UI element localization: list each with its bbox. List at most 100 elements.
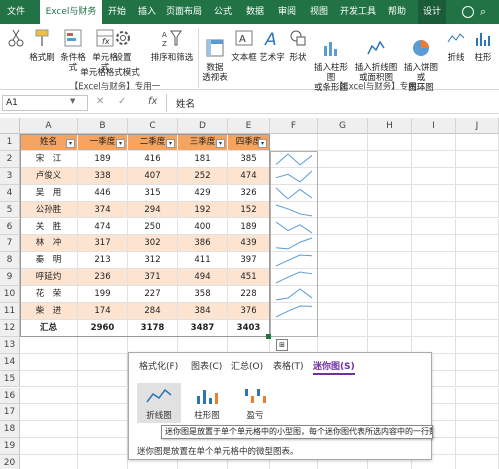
tab-review[interactable]: 审阅 [274, 0, 300, 24]
row-header[interactable]: 16 [0, 387, 20, 405]
table-cell[interactable]: 494 [178, 269, 228, 287]
tab-developer[interactable]: 开发工具 [338, 0, 378, 24]
empty-cell[interactable] [368, 319, 412, 337]
table-cell[interactable]: 174 [78, 303, 128, 320]
empty-cell[interactable] [456, 269, 499, 287]
table-cell[interactable]: 宋 江 [20, 150, 78, 168]
table-cell[interactable]: 474 [228, 167, 270, 185]
empty-cell[interactable] [456, 252, 499, 270]
tab-data[interactable]: 数据 [242, 0, 268, 24]
table-cell[interactable]: 关 胜 [20, 218, 78, 236]
qa-tile-column[interactable]: 柱形图 [185, 383, 229, 423]
table-cell[interactable]: 228 [228, 286, 270, 303]
qa-tile-winloss[interactable]: 盈亏 [233, 383, 277, 423]
table-cell[interactable]: 一季度 ▾ [78, 134, 128, 151]
empty-cell[interactable] [456, 438, 499, 456]
empty-cell[interactable] [412, 184, 456, 202]
empty-cell[interactable] [456, 370, 499, 388]
empty-cell[interactable] [368, 218, 412, 236]
filter-dropdown-icon[interactable]: ▾ [116, 139, 125, 148]
table-cell[interactable]: 2960 [78, 319, 128, 337]
empty-cell[interactable] [456, 336, 499, 354]
empty-cell[interactable] [412, 269, 456, 287]
qa-tile-line[interactable]: 折线图 [137, 383, 181, 423]
cancel-icon[interactable]: ✕ [96, 96, 104, 107]
table-cell[interactable]: 三季度 ▾ [178, 134, 228, 151]
table-cell[interactable]: 公孙胜 [20, 201, 78, 219]
table-cell[interactable]: 416 [128, 150, 178, 168]
filter-dropdown-icon[interactable]: ▾ [166, 139, 175, 148]
pivot-table-button[interactable]: 数据 透视表 [200, 28, 230, 93]
empty-cell[interactable] [412, 303, 456, 320]
empty-cell[interactable] [318, 184, 368, 202]
table-cell[interactable]: 397 [228, 252, 270, 270]
row-header[interactable]: 9 [0, 269, 20, 287]
row-header[interactable]: 12 [0, 319, 20, 337]
empty-cell[interactable] [20, 387, 78, 405]
tab-formulas[interactable]: 公式 [210, 0, 236, 24]
empty-cell[interactable] [412, 150, 456, 168]
row-header[interactable]: 17 [0, 404, 20, 422]
tab-insert[interactable]: 插入 [134, 0, 160, 24]
row-header[interactable]: 14 [0, 353, 20, 371]
tab-file[interactable]: 文件 [0, 0, 32, 24]
empty-cell[interactable] [20, 336, 78, 354]
table-cell[interactable]: 花 荣 [20, 286, 78, 303]
row-header[interactable]: 5 [0, 201, 20, 219]
table-cell[interactable]: 213 [78, 252, 128, 270]
table-cell[interactable]: 302 [128, 235, 178, 253]
empty-cell[interactable] [368, 252, 412, 270]
table-cell[interactable]: 451 [228, 269, 270, 287]
empty-cell[interactable] [412, 218, 456, 236]
row-header[interactable]: 20 [0, 455, 20, 469]
empty-cell[interactable] [456, 134, 499, 151]
sparkline[interactable] [272, 269, 316, 286]
empty-cell[interactable] [78, 353, 128, 371]
table-cell[interactable]: 317 [78, 235, 128, 253]
fx-icon[interactable]: fx [148, 96, 157, 107]
table-cell[interactable]: 371 [128, 269, 178, 287]
sparkline[interactable] [272, 168, 316, 185]
row-header[interactable]: 7 [0, 235, 20, 253]
table-cell[interactable]: 3403 [228, 319, 270, 337]
empty-cell[interactable] [412, 134, 456, 151]
empty-cell[interactable] [78, 455, 128, 469]
filter-dropdown-icon[interactable]: ▾ [216, 139, 225, 148]
sparkline[interactable] [272, 286, 316, 303]
filter-dropdown-icon[interactable]: ▾ [66, 139, 75, 148]
empty-cell[interactable] [270, 319, 318, 337]
empty-cell[interactable] [456, 150, 499, 168]
table-cell[interactable]: 250 [128, 218, 178, 236]
sparkline[interactable] [272, 202, 316, 219]
table-cell[interactable]: 秦 明 [20, 252, 78, 270]
wordart-button[interactable]: A 艺术字 [258, 28, 286, 63]
empty-cell[interactable] [20, 455, 78, 469]
empty-cell[interactable] [78, 387, 128, 405]
empty-cell[interactable] [318, 235, 368, 253]
empty-cell[interactable] [456, 303, 499, 320]
column-header[interactable]: J [456, 118, 499, 134]
empty-cell[interactable] [412, 286, 456, 303]
empty-cell[interactable] [368, 134, 412, 151]
table-cell[interactable]: 卢俊义 [20, 167, 78, 185]
empty-cell[interactable] [318, 303, 368, 320]
empty-cell[interactable] [20, 370, 78, 388]
row-header[interactable]: 2 [0, 150, 20, 168]
empty-cell[interactable] [456, 286, 499, 303]
sparkline[interactable] [272, 235, 316, 252]
row-header[interactable]: 6 [0, 218, 20, 236]
sort-filter-button[interactable]: AZ 排序和筛选 [150, 28, 194, 63]
empty-cell[interactable] [318, 269, 368, 287]
empty-cell[interactable] [318, 201, 368, 219]
table-cell[interactable]: 林 冲 [20, 235, 78, 253]
column-header[interactable]: F [270, 118, 318, 134]
table-cell[interactable]: 柴 进 [20, 303, 78, 320]
empty-cell[interactable] [456, 421, 499, 439]
textbox-button[interactable]: A 文本框 [230, 28, 258, 63]
empty-cell[interactable] [368, 201, 412, 219]
qa-tab-format[interactable]: 格式化(F) [139, 359, 178, 372]
empty-cell[interactable] [78, 404, 128, 422]
empty-cell[interactable] [368, 150, 412, 168]
table-cell[interactable]: 192 [178, 201, 228, 219]
row-header[interactable]: 13 [0, 336, 20, 354]
